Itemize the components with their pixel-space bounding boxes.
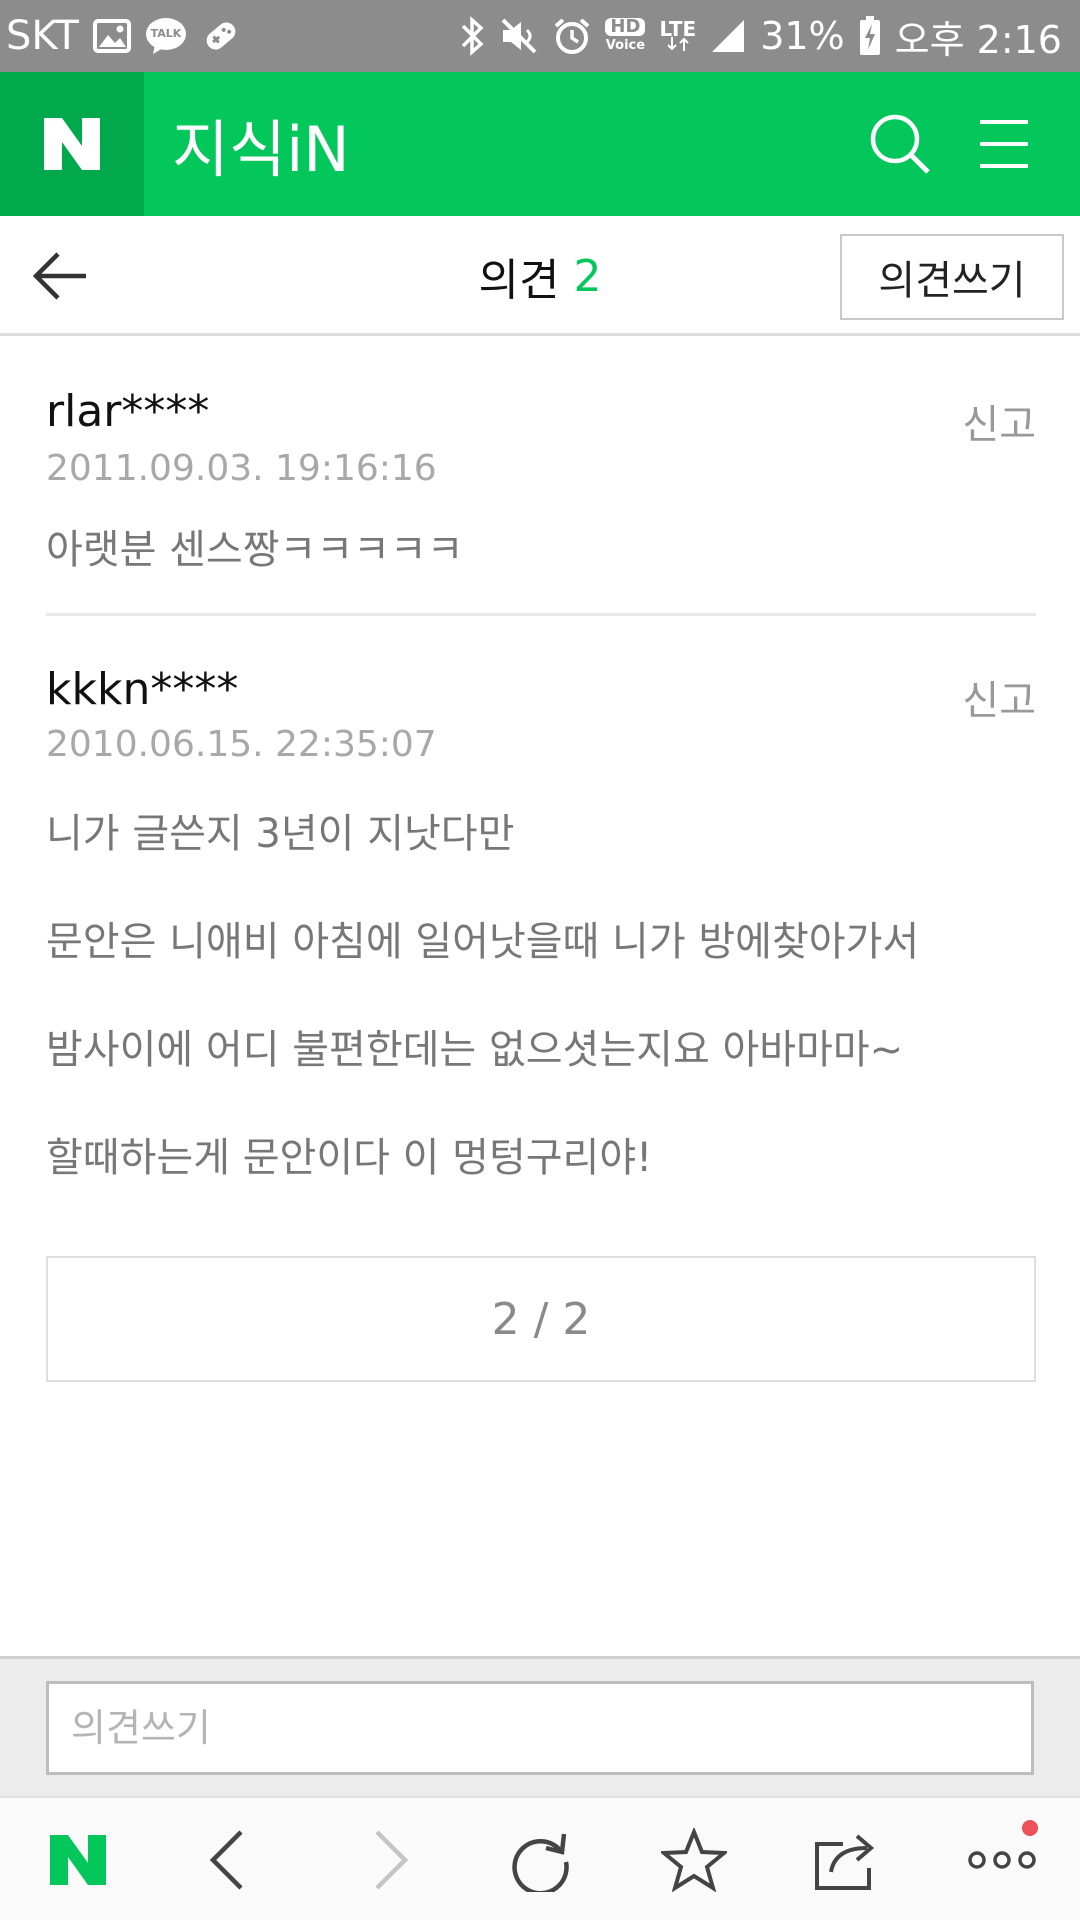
comment-line: 할때하는게 문안이다 이 멍텅구리야!	[46, 1135, 653, 1181]
browser-toolbar	[0, 1796, 1080, 1920]
bookmark-star-icon	[661, 1828, 727, 1892]
hd-label: HD	[605, 18, 646, 36]
bluetooth-icon	[459, 16, 485, 56]
back-button[interactable]	[30, 244, 94, 308]
refresh-icon	[512, 1833, 569, 1892]
report-button[interactable]: 신고	[962, 392, 1036, 450]
naver-n-icon	[44, 118, 100, 170]
report-button[interactable]: 신고	[962, 668, 1036, 726]
search-icon	[870, 114, 930, 174]
share-button[interactable]	[810, 1822, 886, 1898]
carrier-label: SKT	[6, 13, 79, 59]
app-title[interactable]: 지식iN	[172, 72, 350, 216]
opinion-input-bar	[0, 1656, 1080, 1796]
comment-line: 문안은 니애비 아침에 일어낫을때 니가 방에찾아가서	[46, 919, 920, 965]
naver-logo[interactable]	[0, 72, 144, 216]
opinion-count: 2	[573, 250, 602, 302]
menu-icon	[980, 120, 1028, 168]
mute-icon	[499, 16, 539, 56]
signal-icon	[710, 18, 746, 54]
naver-home-button[interactable]	[40, 1822, 116, 1898]
back-icon	[209, 1830, 243, 1890]
comment-author[interactable]: rlar****	[46, 386, 209, 437]
hd-voice-icon: HD Voice	[605, 18, 646, 54]
lte-icon: LTE	[659, 17, 697, 51]
talk-icon: TALK	[145, 17, 187, 55]
browser-forward-button[interactable]	[352, 1822, 428, 1898]
forward-icon	[375, 1830, 409, 1890]
refresh-button[interactable]	[502, 1822, 578, 1898]
game-icon	[201, 16, 241, 56]
opinion-input[interactable]	[46, 1681, 1034, 1775]
status-time: 오후 2:16	[894, 17, 1062, 62]
arrow-left-icon	[32, 252, 86, 300]
comment-body: 니가 글쓴지 3년이 지낫다만 문안은 니애비 아침에 일어낫을때 니가 방에찾…	[46, 780, 1036, 1212]
comment-author[interactable]: kkkn****	[46, 664, 238, 715]
comment-item: rlar**** 신고 2011.09.03. 19:16:16 아랫분 센스짱…	[46, 336, 1036, 616]
lte-label: LTE	[659, 17, 697, 41]
menu-button[interactable]	[976, 116, 1032, 172]
comment-line: 니가 글쓴지 3년이 지낫다만	[46, 811, 515, 857]
page-title-label: 의견	[478, 255, 560, 306]
image-icon	[92, 19, 131, 53]
voice-label: Voice	[605, 38, 646, 53]
comment-item: kkkn**** 신고 2010.06.15. 22:35:07 니가 글쓴지 …	[46, 616, 1036, 1206]
comment-body: 아랫분 센스짱ㅋㅋㅋㅋㅋ	[46, 496, 1036, 604]
alarm-icon	[553, 17, 591, 55]
write-opinion-button[interactable]: 의견쓰기	[840, 234, 1064, 320]
status-right: HD Voice LTE 31% 오후 2:16	[459, 0, 1062, 72]
search-button[interactable]	[868, 112, 932, 176]
status-left: SKT TALK	[6, 0, 241, 72]
more-icon	[968, 1851, 1036, 1869]
app-header: 지식iN	[0, 72, 1080, 216]
opinion-subheader: 의견 2 의견쓰기	[0, 216, 1080, 336]
pagination-button[interactable]: 2 / 2	[46, 1256, 1036, 1382]
battery-charging-icon	[859, 16, 881, 56]
comment-line: 밤사이에 어디 불편한데는 없으셧는지요 아바마마~	[46, 1027, 904, 1073]
battery-percent: 31%	[760, 14, 845, 58]
comment-date: 2011.09.03. 19:16:16	[46, 448, 437, 489]
comment-date: 2010.06.15. 22:35:07	[46, 724, 437, 765]
comment-line: 아랫분 센스짱ㅋㅋㅋㅋㅋ	[46, 527, 464, 573]
naver-home-icon	[50, 1835, 106, 1885]
bookmark-button[interactable]	[656, 1822, 732, 1898]
comment-list: rlar**** 신고 2011.09.03. 19:16:16 아랫분 센스짱…	[46, 336, 1036, 1206]
notification-dot	[1022, 1820, 1038, 1836]
browser-back-button[interactable]	[190, 1822, 266, 1898]
share-icon	[815, 1834, 875, 1890]
more-button[interactable]	[964, 1820, 1040, 1898]
talk-label: TALK	[150, 27, 182, 40]
status-bar: SKT TALK HD Voice LTE 31% 오후 2:16	[0, 0, 1080, 72]
